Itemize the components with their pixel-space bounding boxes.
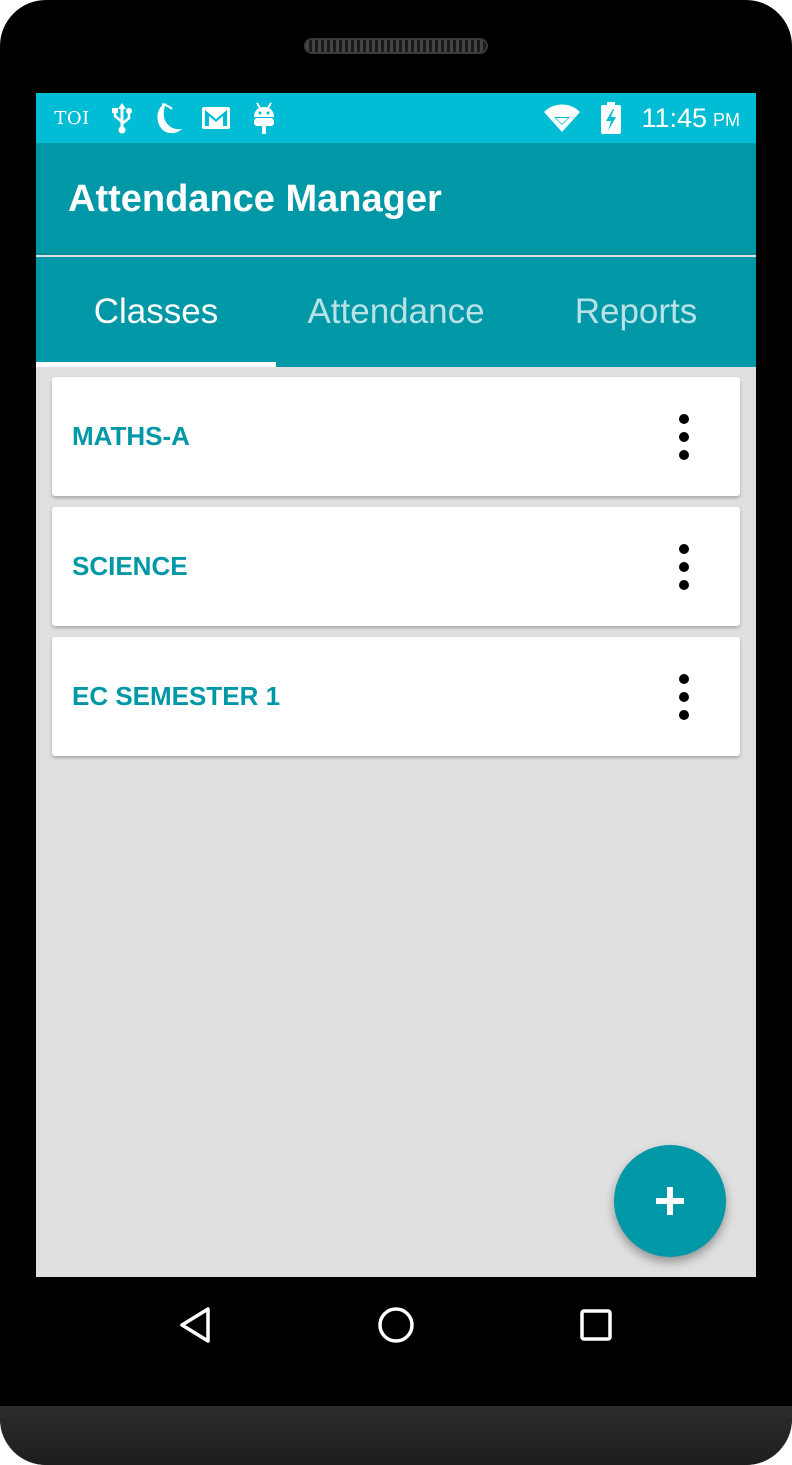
class-name: MATHS-A bbox=[72, 421, 190, 451]
class-name: SCIENCE bbox=[72, 551, 188, 581]
tab-attendance[interactable]: Attendance bbox=[276, 257, 516, 367]
tab-bar: Classes Attendance Reports bbox=[36, 257, 756, 367]
add-class-fab[interactable] bbox=[614, 1145, 726, 1257]
tab-classes-label: Classes bbox=[93, 292, 219, 331]
status-bar: TOI 11:45 PM bbox=[36, 93, 756, 143]
android-icon bbox=[250, 93, 278, 143]
battery-charging-icon bbox=[598, 93, 624, 143]
clock-ampm: PM bbox=[713, 109, 740, 130]
app-title: Attendance Manager bbox=[68, 177, 442, 220]
wifi-icon bbox=[542, 93, 582, 143]
class-card-maths-a[interactable]: MATHS-A bbox=[52, 377, 740, 496]
plus-icon bbox=[656, 1187, 684, 1215]
more-vert-icon[interactable] bbox=[666, 667, 702, 727]
phone-chin bbox=[0, 1406, 792, 1465]
back-triangle-icon bbox=[180, 1307, 210, 1343]
system-nav-bar bbox=[36, 1277, 756, 1373]
app-screen: TOI 11:45 PM Attendance Manager Classes … bbox=[36, 93, 756, 1277]
more-vert-icon[interactable] bbox=[666, 407, 702, 467]
phone-frame: TOI 11:45 PM Attendance Manager Classes … bbox=[0, 0, 792, 1465]
tab-attendance-label: Attendance bbox=[307, 292, 485, 331]
recents-button[interactable] bbox=[566, 1295, 626, 1355]
usb-icon bbox=[108, 93, 136, 143]
tab-selected-indicator bbox=[36, 362, 276, 367]
earpiece-speaker bbox=[304, 38, 488, 54]
home-button[interactable] bbox=[366, 1295, 426, 1355]
app-bar: Attendance Manager bbox=[36, 143, 756, 255]
toi-notification-icon: TOI bbox=[54, 93, 90, 143]
toi-label: TOI bbox=[54, 107, 90, 129]
class-card-ec-semester-1[interactable]: EC SEMESTER 1 bbox=[52, 637, 740, 756]
back-button[interactable] bbox=[166, 1295, 226, 1355]
tab-classes[interactable]: Classes bbox=[36, 257, 276, 367]
crescent-moon-icon bbox=[150, 93, 186, 143]
more-vert-icon[interactable] bbox=[666, 537, 702, 597]
class-list: MATHS-A SCIENCE EC SEMESTER 1 bbox=[52, 377, 740, 767]
tab-reports[interactable]: Reports bbox=[516, 257, 756, 367]
gmail-icon bbox=[200, 93, 232, 143]
class-card-science[interactable]: SCIENCE bbox=[52, 507, 740, 626]
class-name: EC SEMESTER 1 bbox=[72, 681, 281, 711]
status-clock: 11:45 PM bbox=[641, 93, 740, 143]
recents-square-icon bbox=[580, 1309, 612, 1341]
home-circle-icon bbox=[378, 1307, 414, 1343]
clock-time: 11:45 bbox=[641, 102, 707, 133]
tab-reports-label: Reports bbox=[574, 292, 698, 331]
